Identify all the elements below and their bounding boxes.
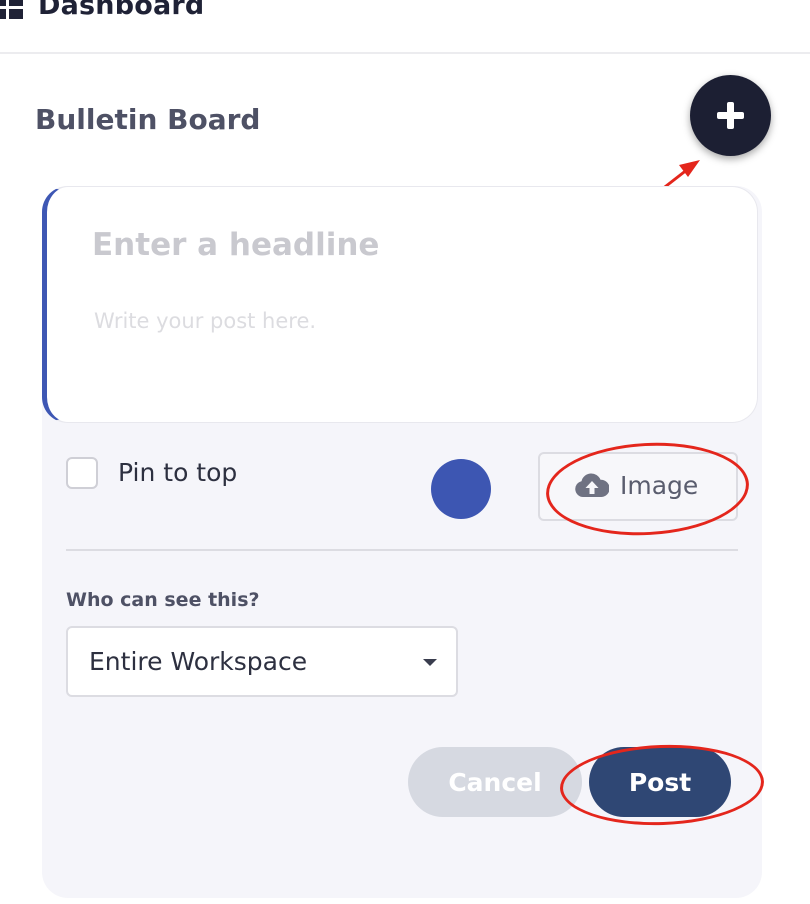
cancel-button[interactable]: Cancel <box>408 747 582 817</box>
post-button[interactable]: Post <box>589 747 731 817</box>
upload-image-label: Image <box>620 471 699 500</box>
page-title: Dashboard <box>38 0 205 21</box>
visibility-selected-value: Entire Workspace <box>89 647 308 676</box>
visibility-label: Who can see this? <box>66 589 260 611</box>
divider <box>66 549 738 551</box>
headline-input[interactable]: Enter a headline <box>92 227 379 263</box>
plus-icon <box>717 102 744 129</box>
dashboard-grid-icon <box>0 0 23 19</box>
visibility-select[interactable]: Entire Workspace <box>66 626 458 697</box>
post-editor[interactable]: Enter a headline Write your post here. <box>42 186 758 423</box>
color-picker-swatch[interactable] <box>431 459 491 519</box>
pin-to-top-checkbox[interactable] <box>66 457 98 489</box>
add-post-button[interactable] <box>690 75 771 156</box>
pin-to-top-label[interactable]: Pin to top <box>118 458 237 487</box>
caret-down-icon <box>423 659 437 666</box>
upload-image-button[interactable]: Image <box>538 452 738 521</box>
bulletin-board-title: Bulletin Board <box>35 103 261 136</box>
post-body-input[interactable]: Write your post here. <box>94 309 316 333</box>
cloud-upload-icon <box>575 473 609 497</box>
top-bar: Dashboard <box>0 0 810 54</box>
